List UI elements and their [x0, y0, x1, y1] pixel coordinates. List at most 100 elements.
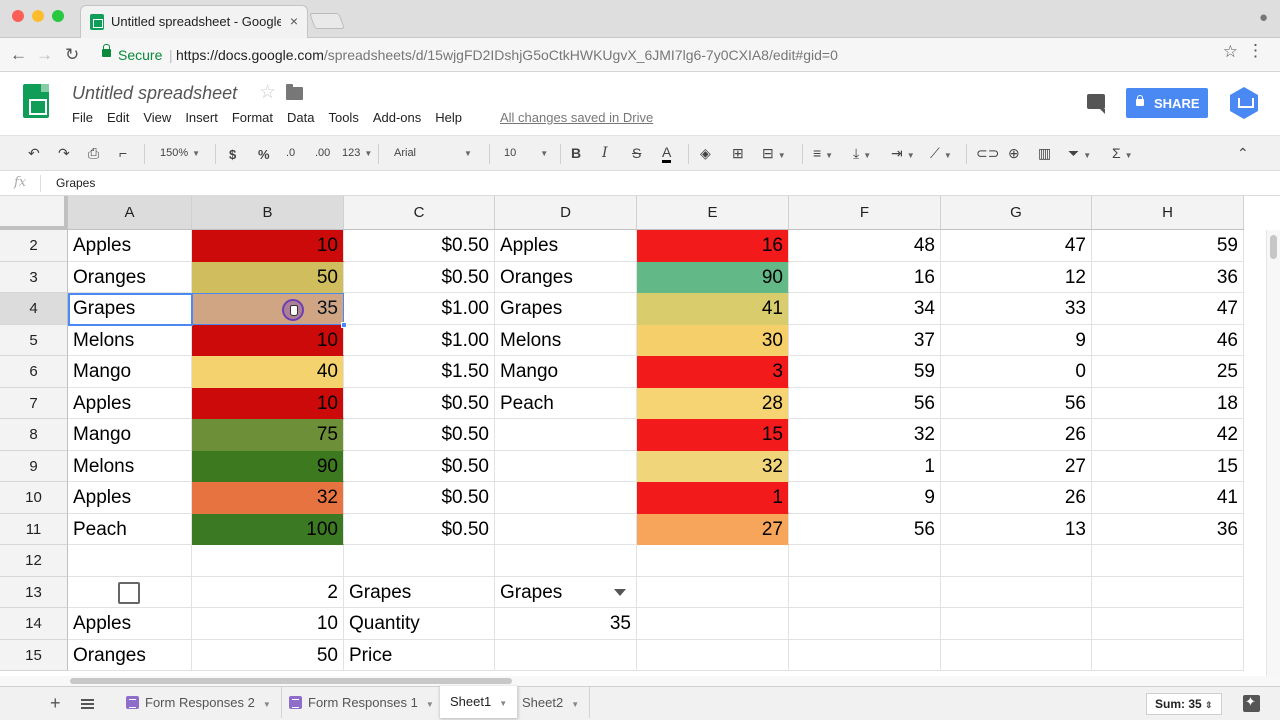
- cell-h2[interactable]: 59: [1092, 230, 1244, 262]
- row-header[interactable]: 5: [0, 324, 68, 356]
- bookmark-star-icon[interactable]: ☆: [1223, 42, 1238, 62]
- paint-format-icon[interactable]: ⌐: [119, 145, 127, 161]
- cell-f11[interactable]: 56: [789, 513, 941, 545]
- cell-b2[interactable]: 10: [192, 230, 344, 262]
- reload-icon[interactable]: ↻: [65, 45, 79, 65]
- cell-f2[interactable]: 48: [789, 230, 941, 262]
- more-formats-select[interactable]: 123 ▼: [342, 147, 372, 159]
- font-size-select[interactable]: 10 ▼: [504, 147, 548, 159]
- cell-f3[interactable]: 16: [789, 261, 941, 293]
- row-header[interactable]: 2: [0, 230, 68, 262]
- cell-g2[interactable]: 47: [941, 230, 1092, 262]
- cell-b5[interactable]: 10: [192, 324, 344, 356]
- browser-menu-icon[interactable]: ⋮: [1247, 41, 1264, 61]
- cell-h6[interactable]: 25: [1092, 356, 1244, 388]
- horizontal-scrollbar[interactable]: [0, 676, 1280, 686]
- menu-help[interactable]: Help: [435, 110, 462, 125]
- cell-c11[interactable]: $0.50: [344, 513, 495, 545]
- cell-e9[interactable]: 32: [637, 450, 789, 482]
- explore-icon[interactable]: [1243, 694, 1260, 712]
- italic-button[interactable]: I: [602, 145, 608, 161]
- dropdown-arrow-icon[interactable]: [614, 588, 626, 596]
- print-icon[interactable]: ⎙: [88, 145, 99, 162]
- menu-tools[interactable]: Tools: [328, 110, 358, 125]
- cell-g11[interactable]: 13: [941, 513, 1092, 545]
- cell-a8[interactable]: Mango: [68, 419, 192, 451]
- cell-a2[interactable]: Apples: [68, 230, 192, 262]
- cell-d2[interactable]: Apples: [495, 230, 637, 262]
- filter-icon[interactable]: ⏷ ▼: [1068, 145, 1091, 162]
- cell-h10[interactable]: 41: [1092, 482, 1244, 514]
- row-header[interactable]: 11: [0, 513, 68, 545]
- cell-c5[interactable]: $1.00: [344, 324, 495, 356]
- cell-g13[interactable]: [941, 576, 1092, 608]
- back-arrow-icon[interactable]: ←: [10, 45, 27, 65]
- cell-c4[interactable]: $1.00: [344, 293, 495, 325]
- undo-icon[interactable]: ↶: [28, 145, 40, 162]
- cell-f13[interactable]: [789, 576, 941, 608]
- cell-c15[interactable]: Price: [344, 639, 495, 671]
- menu-format[interactable]: Format: [232, 110, 273, 125]
- cell-e12[interactable]: [637, 545, 789, 577]
- cell-b15[interactable]: 50: [192, 639, 344, 671]
- cell-d13[interactable]: Grapes: [495, 576, 637, 608]
- browser-tab[interactable]: Untitled spreadsheet - Google Sheets ×: [80, 5, 308, 38]
- vertical-align-icon[interactable]: ⤓ ▼: [853, 145, 871, 162]
- cell-g5[interactable]: 9: [941, 324, 1092, 356]
- functions-button[interactable]: Σ ▼: [1112, 145, 1133, 161]
- row-header[interactable]: 12: [0, 545, 68, 577]
- cell-c6[interactable]: $1.50: [344, 356, 495, 388]
- cell-g7[interactable]: 56: [941, 387, 1092, 419]
- cell-e3[interactable]: 90: [637, 261, 789, 293]
- cell-g8[interactable]: 26: [941, 419, 1092, 451]
- new-tab-button[interactable]: [309, 13, 345, 29]
- cell-f14[interactable]: [789, 608, 941, 640]
- insert-link-icon[interactable]: ⊂⊃: [976, 145, 999, 162]
- cell-h3[interactable]: 36: [1092, 261, 1244, 293]
- merge-cells-icon[interactable]: ⊟ ▼: [762, 145, 786, 162]
- menu-edit[interactable]: Edit: [107, 110, 129, 125]
- maximize-window-button[interactable]: [52, 10, 64, 22]
- sheet-tab-sheet2[interactable]: Sheet2 ▼: [512, 687, 591, 718]
- horizontal-align-icon[interactable]: ≡ ▼: [813, 145, 833, 161]
- url-field[interactable]: Secure | https://docs.google.com/spreads…: [94, 42, 1214, 68]
- sum-indicator[interactable]: Sum: 35 ⇕: [1146, 693, 1222, 715]
- all-sheets-icon[interactable]: [81, 699, 94, 709]
- borders-icon[interactable]: ⊞: [732, 145, 744, 162]
- cell-b11[interactable]: 100: [192, 513, 344, 545]
- cell-f15[interactable]: [789, 639, 941, 671]
- cell-h9[interactable]: 15: [1092, 450, 1244, 482]
- row-header[interactable]: 14: [0, 608, 68, 640]
- cell-f4[interactable]: 34: [789, 293, 941, 325]
- cell-a5[interactable]: Melons: [68, 324, 192, 356]
- column-header-f[interactable]: F: [789, 196, 941, 230]
- cell-f10[interactable]: 9: [789, 482, 941, 514]
- cell-c13[interactable]: Grapes: [344, 576, 495, 608]
- cell-d6[interactable]: Mango: [495, 356, 637, 388]
- cell-b8[interactable]: 75: [192, 419, 344, 451]
- fill-color-icon[interactable]: ◈: [700, 145, 711, 162]
- cell-g15[interactable]: [941, 639, 1092, 671]
- cell-e13[interactable]: [637, 576, 789, 608]
- cell-h14[interactable]: [1092, 608, 1244, 640]
- cell-c3[interactable]: $0.50: [344, 261, 495, 293]
- cell-h5[interactable]: 46: [1092, 324, 1244, 356]
- sheet-tab-sheet1[interactable]: Sheet1 ▼: [440, 686, 519, 718]
- cell-d14[interactable]: 35: [495, 608, 637, 640]
- menu-view[interactable]: View: [143, 110, 171, 125]
- star-icon[interactable]: ☆: [259, 81, 276, 104]
- cell-e6[interactable]: 3: [637, 356, 789, 388]
- cell-f8[interactable]: 32: [789, 419, 941, 451]
- row-header[interactable]: 9: [0, 450, 68, 482]
- menu-insert[interactable]: Insert: [185, 110, 218, 125]
- currency-format-button[interactable]: $: [229, 147, 236, 162]
- select-all-corner[interactable]: [0, 196, 68, 230]
- cell-d10[interactable]: [495, 482, 637, 514]
- cell-e11[interactable]: 27: [637, 513, 789, 545]
- sheet-tab-form-responses-1[interactable]: Form Responses 1 ▼: [279, 687, 445, 718]
- cell-e15[interactable]: [637, 639, 789, 671]
- cell-a9[interactable]: Melons: [68, 450, 192, 482]
- sheets-logo-icon[interactable]: [23, 84, 49, 118]
- cell-d11[interactable]: [495, 513, 637, 545]
- row-header[interactable]: 3: [0, 261, 68, 293]
